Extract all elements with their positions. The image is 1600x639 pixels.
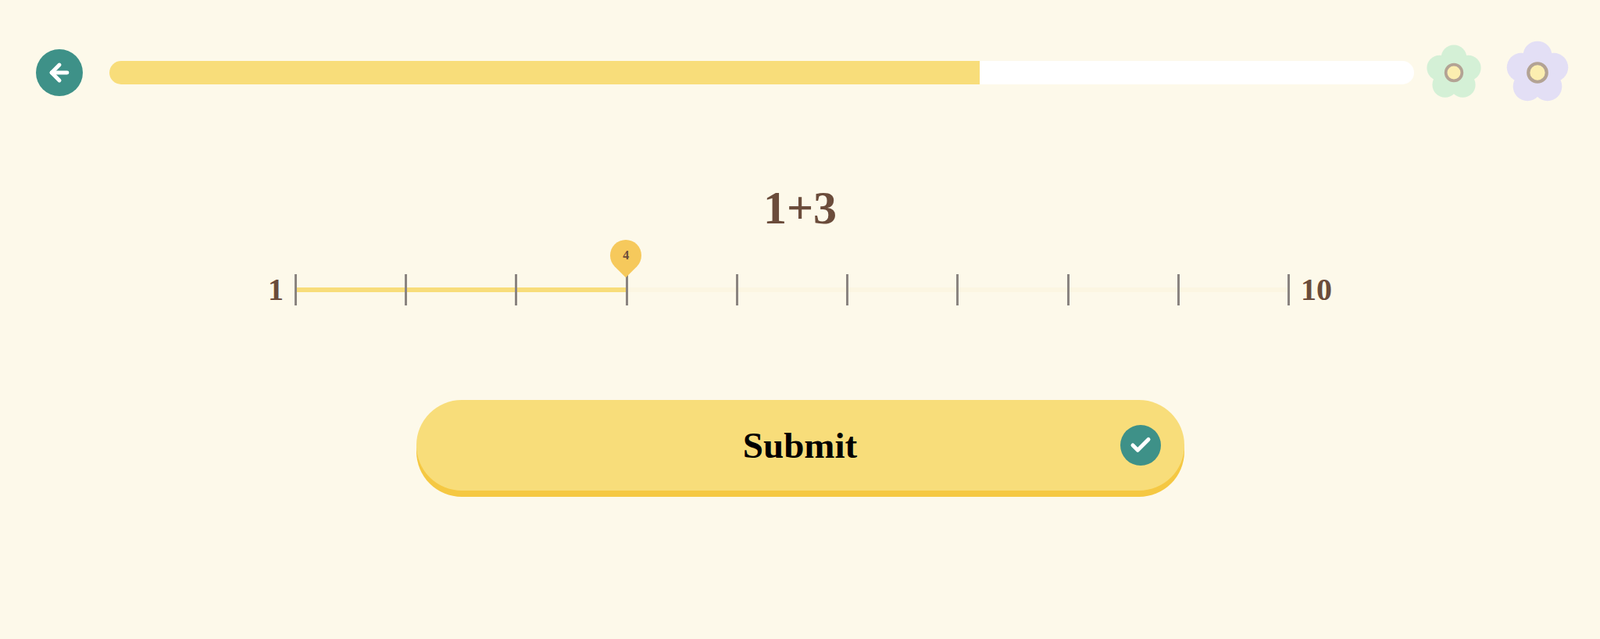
slider-max-label: 10 xyxy=(1300,274,1333,306)
top-bar xyxy=(0,0,1600,106)
arrow-left-icon xyxy=(46,59,73,86)
slider-tick xyxy=(846,274,849,306)
slider-tick xyxy=(625,274,629,306)
flower-icon xyxy=(1425,43,1483,102)
back-button[interactable] xyxy=(35,49,83,97)
slider-tick xyxy=(404,274,408,306)
slider-fill xyxy=(294,287,626,293)
submit-button[interactable]: Submit xyxy=(416,400,1185,491)
number-slider[interactable]: 1410 xyxy=(0,274,1600,306)
question: 1+3 xyxy=(0,180,1600,236)
progress-bar xyxy=(109,60,1415,85)
slider-min-label: 1 xyxy=(267,274,284,306)
slider-tick xyxy=(1067,274,1070,306)
slider-tick xyxy=(294,274,297,306)
quiz-screen: 1+31410Submit xyxy=(0,0,1600,639)
slider-value: 4 xyxy=(610,239,642,272)
slider-tick xyxy=(956,274,959,306)
slider-tick xyxy=(735,274,739,306)
slider-tick xyxy=(514,274,518,306)
slider-thumb[interactable]: 4 xyxy=(610,239,642,272)
flower-icon xyxy=(1504,39,1571,106)
progress-fill xyxy=(109,60,980,85)
slider-tick xyxy=(1287,274,1290,306)
slider-tick xyxy=(1177,274,1180,306)
check-icon xyxy=(1120,425,1161,466)
